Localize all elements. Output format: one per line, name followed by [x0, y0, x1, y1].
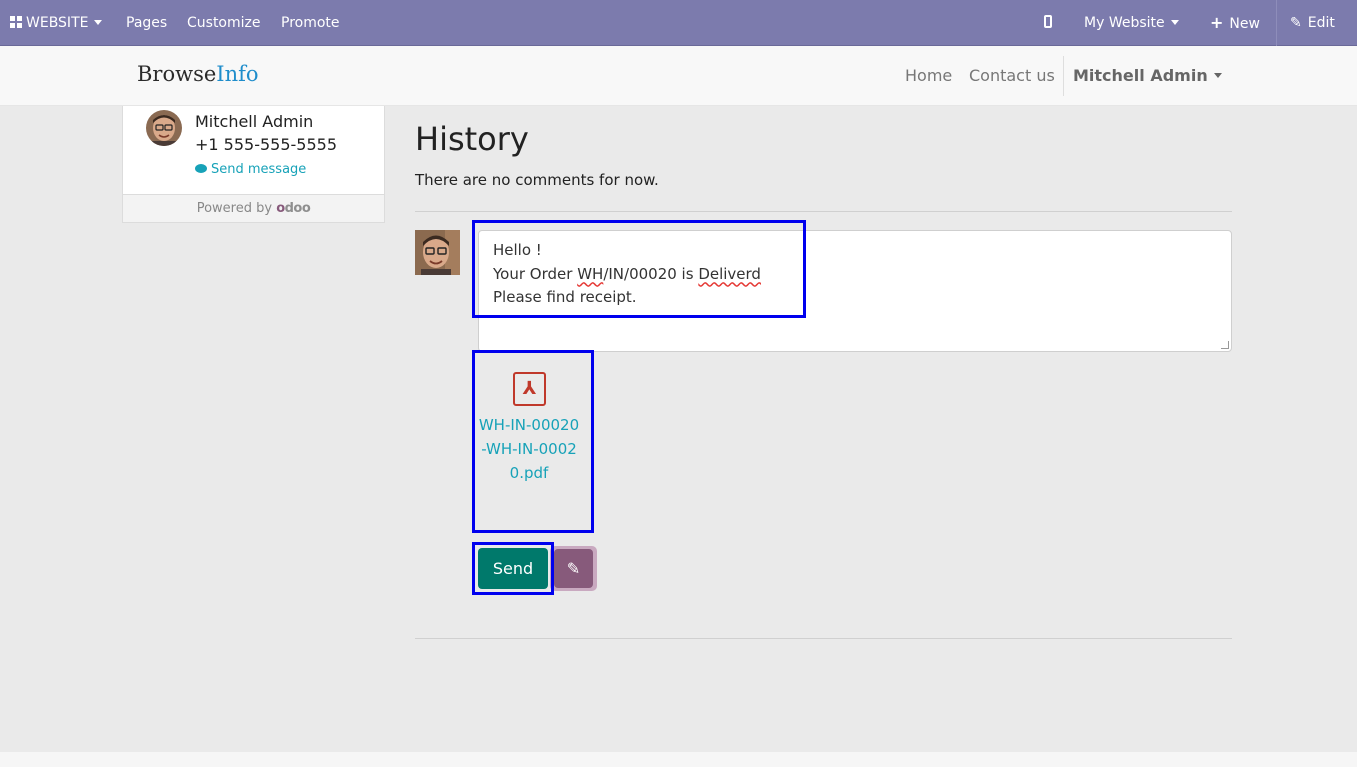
my-website-label: My Website [1084, 15, 1165, 31]
plus-icon: + [1210, 13, 1224, 32]
empty-comments-text: There are no comments for now. [415, 171, 659, 189]
salesperson-phone: +1 555-555-5555 [195, 135, 338, 154]
caret-down-icon [94, 19, 103, 25]
website-admin-bar: WEBSITE Pages Customize Promote My Websi… [0, 0, 1357, 46]
powered-by-label: Powered by [196, 201, 273, 216]
comment-icon [195, 164, 207, 173]
odoo-logo[interactable]: odoo [276, 201, 311, 216]
nav-home[interactable]: Home [905, 46, 952, 106]
my-website-menu[interactable]: My Website [1084, 0, 1179, 46]
customize-menu[interactable]: Customize [187, 0, 261, 46]
nav-contact-us[interactable]: Contact us [969, 46, 1055, 106]
brand-part-info: Info [216, 62, 259, 86]
apps-icon [10, 15, 22, 28]
divider [1276, 0, 1277, 46]
new-label: New [1229, 16, 1260, 32]
new-button[interactable]: + New [1210, 0, 1260, 46]
page-footer [0, 752, 1357, 767]
site-header: BrowseInfo Home Contact us Mitchell Admi… [0, 46, 1357, 106]
divider [1063, 56, 1064, 96]
mobile-preview-button[interactable] [1044, 0, 1052, 46]
brand-logo[interactable]: BrowseInfo [137, 62, 259, 86]
caret-down-icon [1213, 73, 1222, 78]
salesperson-card: Mitchell Admin +1 555-555-5555 Send mess… [122, 106, 385, 223]
divider [415, 638, 1232, 639]
website-menu-label: WEBSITE [26, 15, 89, 31]
caret-down-icon [1170, 19, 1179, 25]
mobile-icon [1044, 15, 1052, 28]
powered-by-footer: Powered by odoo [123, 194, 384, 222]
user-menu[interactable]: Mitchell Admin [1073, 46, 1222, 106]
send-message-label: Send message [211, 162, 307, 177]
send-highlight-box [472, 542, 554, 595]
attachment-highlight-box [472, 350, 594, 533]
edit-label: Edit [1307, 15, 1335, 31]
divider [415, 211, 1232, 212]
pencil-icon: ✎ [1290, 15, 1302, 31]
brand-part-browse: Browse [137, 62, 217, 86]
avatar [146, 110, 182, 146]
website-menu[interactable]: WEBSITE [10, 0, 103, 46]
promote-menu[interactable]: Promote [281, 0, 340, 46]
user-menu-label: Mitchell Admin [1073, 66, 1208, 85]
edit-button[interactable]: ✎ Edit [1290, 0, 1335, 46]
avatar [415, 230, 460, 275]
send-message-link[interactable]: Send message [195, 162, 306, 177]
attach-file-button[interactable]: ✎ [550, 546, 597, 591]
resize-handle[interactable] [1221, 341, 1229, 349]
salesperson-name: Mitchell Admin [195, 112, 314, 131]
page-title: History [415, 120, 529, 158]
paperclip-icon: ✎ [554, 549, 593, 588]
pages-menu[interactable]: Pages [126, 0, 167, 46]
message-highlight-box [472, 220, 806, 318]
